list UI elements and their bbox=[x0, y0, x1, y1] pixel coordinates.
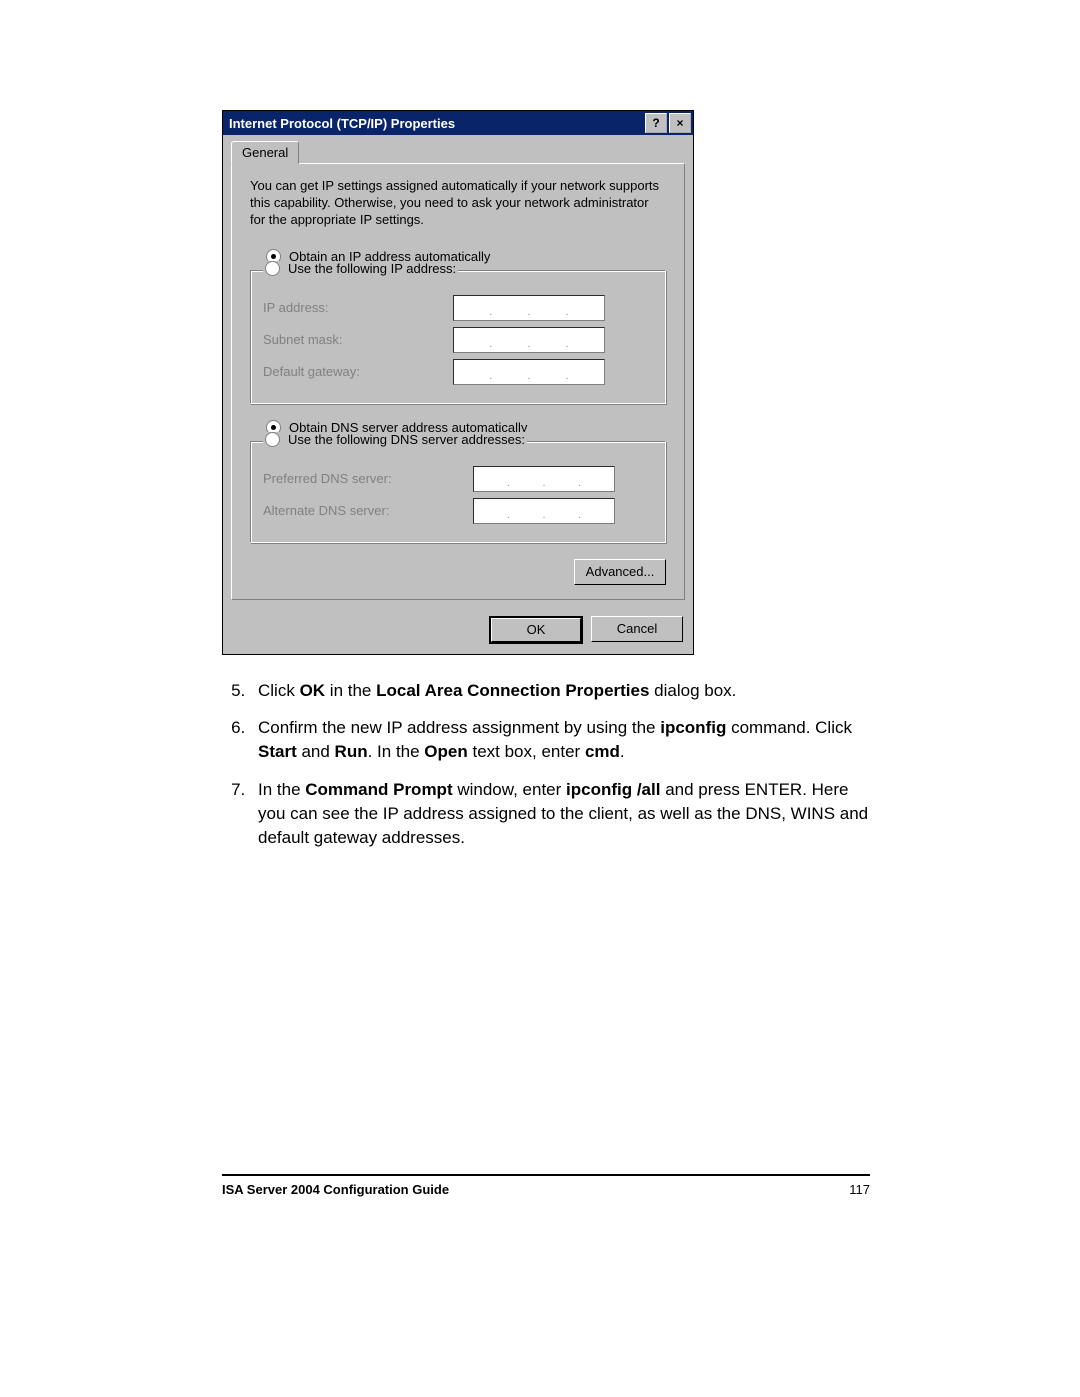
radio-label: Use the following IP address: bbox=[288, 261, 456, 276]
dialog-title: Internet Protocol (TCP/IP) Properties bbox=[229, 116, 643, 131]
tcpip-properties-dialog: Internet Protocol (TCP/IP) Properties ? … bbox=[222, 110, 694, 655]
input-subnet-mask[interactable]: . . . bbox=[453, 327, 605, 353]
instruction-list: Click OK in the Local Area Connection Pr… bbox=[222, 679, 870, 850]
radio-use-dns[interactable]: Use the following DNS server addresses: bbox=[263, 432, 527, 447]
cancel-button[interactable]: Cancel bbox=[591, 616, 683, 642]
intro-text: You can get IP settings assigned automat… bbox=[250, 178, 666, 229]
input-preferred-dns[interactable]: . . . bbox=[473, 466, 615, 492]
input-alternate-dns[interactable]: . . . bbox=[473, 498, 615, 524]
tab-general[interactable]: General bbox=[231, 141, 299, 164]
step-7: In the Command Prompt window, enter ipco… bbox=[250, 778, 870, 849]
advanced-button[interactable]: Advanced... bbox=[574, 559, 666, 585]
ok-button[interactable]: OK bbox=[491, 618, 581, 642]
input-ip-address[interactable]: . . . bbox=[453, 295, 605, 321]
ip-address-group: Use the following IP address: IP address… bbox=[250, 270, 666, 404]
label-pref-dns: Preferred DNS server: bbox=[263, 471, 473, 486]
page-number: 117 bbox=[849, 1182, 870, 1197]
dns-group: Use the following DNS server addresses: … bbox=[250, 441, 666, 543]
field-default-gateway: Default gateway: . . . bbox=[263, 359, 653, 385]
field-subnet-mask: Subnet mask: . . . bbox=[263, 327, 653, 353]
tab-strip: General bbox=[231, 141, 685, 164]
field-preferred-dns: Preferred DNS server: . . . bbox=[263, 466, 653, 492]
field-ip-address: IP address: . . . bbox=[263, 295, 653, 321]
step-6: Confirm the new IP address assignment by… bbox=[250, 716, 870, 764]
dialog-titlebar: Internet Protocol (TCP/IP) Properties ? … bbox=[223, 111, 693, 135]
footer-title: ISA Server 2004 Configuration Guide bbox=[222, 1182, 449, 1197]
ok-button-wrap: OK bbox=[489, 616, 583, 644]
label-gateway: Default gateway: bbox=[263, 364, 453, 379]
close-button[interactable]: × bbox=[669, 113, 691, 133]
tab-container: General You can get IP settings assigned… bbox=[223, 135, 693, 608]
label-alt-dns: Alternate DNS server: bbox=[263, 503, 473, 518]
page-footer: ISA Server 2004 Configuration Guide 117 bbox=[222, 1174, 870, 1197]
help-button[interactable]: ? bbox=[645, 113, 667, 133]
advanced-row: Advanced... bbox=[250, 559, 666, 585]
dialog-button-row: OK Cancel bbox=[223, 608, 693, 654]
field-alternate-dns: Alternate DNS server: . . . bbox=[263, 498, 653, 524]
input-default-gateway[interactable]: . . . bbox=[453, 359, 605, 385]
radio-icon bbox=[265, 432, 280, 447]
document-page: Internet Protocol (TCP/IP) Properties ? … bbox=[0, 0, 1080, 1397]
label-subnet: Subnet mask: bbox=[263, 332, 453, 347]
radio-label: Use the following DNS server addresses: bbox=[288, 432, 525, 447]
radio-use-ip[interactable]: Use the following IP address: bbox=[263, 261, 458, 276]
label-ip: IP address: bbox=[263, 300, 453, 315]
general-panel: You can get IP settings assigned automat… bbox=[231, 163, 685, 600]
step-5: Click OK in the Local Area Connection Pr… bbox=[250, 679, 870, 703]
radio-icon bbox=[265, 261, 280, 276]
